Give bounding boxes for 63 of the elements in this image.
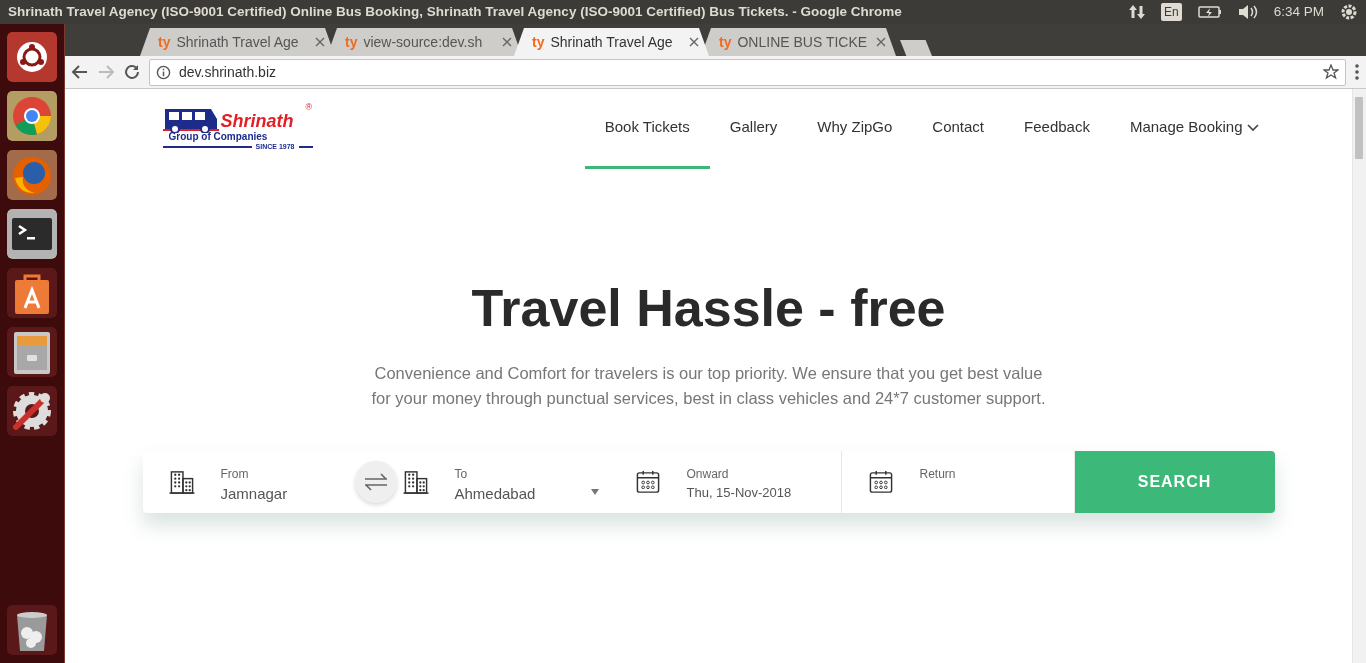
- field-value: Thu, 15-Nov-2018: [686, 484, 792, 503]
- field-label: To: [454, 466, 469, 484]
- logo-tagline: Group of Companies: [167, 131, 269, 142]
- menu-icon[interactable]: [1354, 63, 1360, 81]
- ubuntu-logo-icon[interactable]: [7, 32, 57, 82]
- file-cabinet-icon[interactable]: [7, 327, 57, 377]
- reload-icon[interactable]: [123, 63, 141, 81]
- buildings-icon: [402, 469, 429, 496]
- new-tab-button[interactable]: [900, 40, 932, 56]
- favicon: ty: [532, 32, 545, 52]
- chrome-icon[interactable]: [7, 91, 57, 141]
- dropdown-caret-icon: [590, 489, 599, 496]
- favicon: ty: [719, 32, 732, 52]
- back-icon[interactable]: [71, 63, 89, 81]
- window-title: Shrinath Travel Agency (ISO-9001 Certified) Online Bus Booking, Shrinath Travel Agency (ISO-9001 Certified) Bus Tickets. - Google Chrome: [8, 2, 902, 21]
- form-field[interactable]: Onward Thu, 15-Nov-2018: [608, 451, 842, 514]
- close-icon[interactable]: [315, 37, 325, 47]
- form-field[interactable]: Return: [841, 451, 1075, 514]
- form-field[interactable]: To Ahmedabad: [396, 451, 609, 514]
- nav-link[interactable]: Gallery: [709, 89, 798, 169]
- favicon: ty: [158, 32, 171, 52]
- field-value: Ahmedabad: [454, 484, 536, 505]
- field-label: Onward: [686, 466, 730, 484]
- nav-link[interactable]: Book Tickets: [584, 89, 710, 169]
- volume-icon[interactable]: [1237, 4, 1258, 20]
- network-icon[interactable]: [1129, 4, 1146, 20]
- form-field[interactable]: From Jamnagar: [142, 451, 355, 514]
- trash-icon[interactable]: [7, 605, 57, 655]
- chevron-down-icon: [1246, 123, 1259, 132]
- firefox-icon[interactable]: [7, 150, 57, 200]
- hero-heading: Travel Hassle - free: [470, 278, 947, 339]
- close-icon[interactable]: [689, 37, 699, 47]
- bookmark-star-icon[interactable]: [1323, 64, 1339, 80]
- clock[interactable]: 6:34 PM: [1273, 1, 1324, 23]
- field-label: Return: [919, 466, 956, 484]
- hero-text: Convenience and Comfort for travelers is our top priority. We ensure that you get best value for your money through punctual services, best in class vehicles and 24*7 customer support.: [370, 363, 1047, 410]
- close-icon[interactable]: [502, 37, 512, 47]
- power-icon[interactable]: [1340, 3, 1358, 21]
- nav-link[interactable]: Feedback: [1004, 89, 1110, 169]
- terminal-icon[interactable]: [7, 209, 57, 259]
- buildings-icon: [168, 469, 195, 496]
- nav-link[interactable]: Contact: [912, 89, 1005, 169]
- favicon: ty: [345, 32, 358, 52]
- address-bar[interactable]: dev.shrinath.biz: [149, 58, 1346, 86]
- keyboard-layout-indicator[interactable]: En: [1161, 3, 1182, 21]
- info-icon: [156, 64, 171, 80]
- registered-mark: ®: [305, 103, 313, 112]
- shopping-bag-icon[interactable]: [7, 268, 57, 318]
- nav-link[interactable]: Manage Booking: [1109, 89, 1279, 169]
- gear-wrench-icon[interactable]: [7, 386, 57, 436]
- calendar-icon: [634, 469, 661, 496]
- scrollbar[interactable]: [1352, 89, 1366, 663]
- field-value: Jamnagar: [220, 484, 288, 505]
- bus-icon: [162, 107, 219, 133]
- battery-icon[interactable]: [1197, 6, 1222, 18]
- swap-arrows-icon: [363, 473, 388, 492]
- field-label: From: [220, 466, 250, 484]
- logo-brand: Shrinath: [220, 111, 294, 131]
- close-icon[interactable]: [876, 37, 886, 47]
- swap-button[interactable]: [354, 461, 397, 504]
- calendar-icon: [867, 469, 894, 496]
- browser-tab[interactable]: ty Shrinath Travel Age: [514, 28, 709, 56]
- nav-link[interactable]: Why ZipGo: [797, 89, 913, 169]
